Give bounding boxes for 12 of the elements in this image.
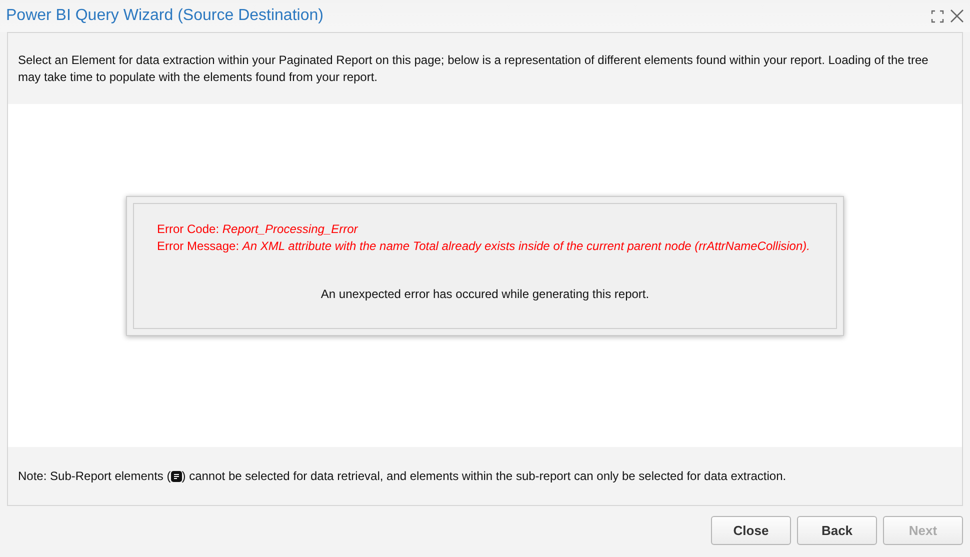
error-message: An unexpected error has occured while generating this report.: [320, 286, 650, 302]
sub-report-icon: [170, 470, 182, 482]
note-text: Note: Sub-Report elements (: [18, 468, 171, 485]
window-title: Power BI Query Wizard (Source Destination): [6, 6, 324, 26]
instruction-text: Select an Element for data extraction within your Paginated Report on this page; below is a representation of different elements found within your report. Loading of the tree may take time to populate with the elements found from your report.: [18, 52, 930, 86]
dialog-button[interactable]: Close: [711, 516, 791, 545]
error-line: Error Message: An XML attribute with the name Total already exists inside of the current parent node (rrAttrNameCollision).: [157, 238, 811, 254]
dialog-button[interactable]: Back: [797, 516, 877, 545]
note-text: ) cannot be selected for data retrieval, and elements within the sub-report can only be selected for data extraction.: [182, 468, 786, 485]
error-line: Error Code: Report_Processing_Error: [157, 220, 360, 238]
close-icon[interactable]: [950, 9, 964, 23]
maximize-icon[interactable]: [931, 10, 944, 22]
